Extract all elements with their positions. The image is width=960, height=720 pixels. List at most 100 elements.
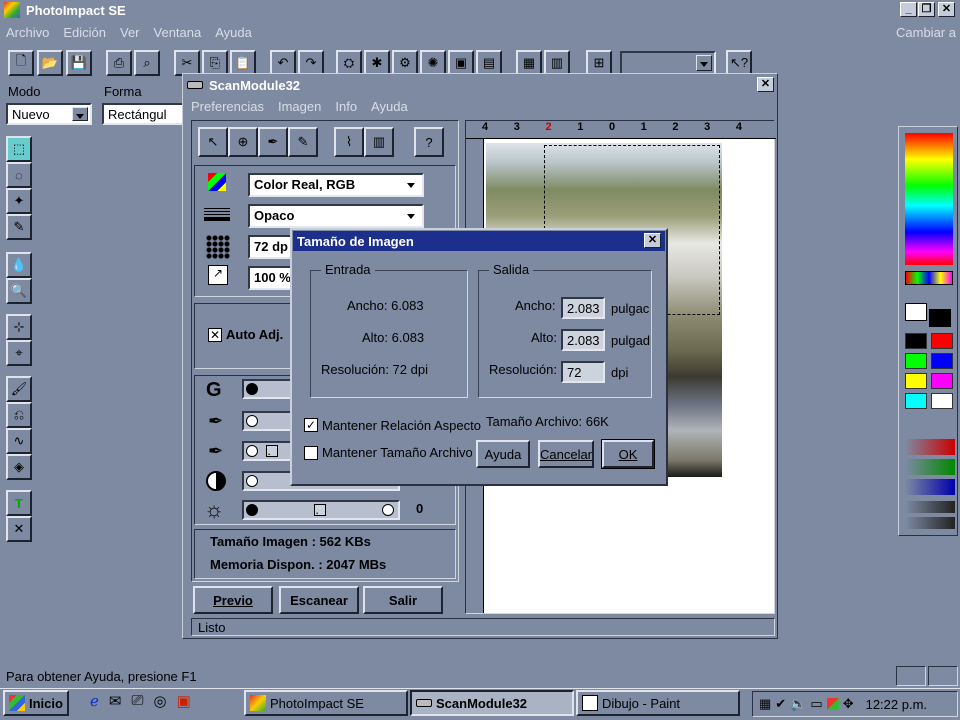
dialog-help-button[interactable]: Ayuda <box>476 440 530 468</box>
background-color-swatch[interactable] <box>929 309 951 327</box>
dialog-cancel-button[interactable]: Cancelar <box>538 440 594 468</box>
output-width-input[interactable]: 2.083 <box>561 297 605 319</box>
select-tool-icon[interactable]: ⬚ <box>6 136 32 162</box>
menu-preferencias[interactable]: Preferencias <box>191 99 264 114</box>
contrast-channel-icon[interactable] <box>905 517 955 529</box>
brightness-slider[interactable]: · <box>242 500 400 520</box>
palette-swatch[interactable] <box>931 393 953 409</box>
clock[interactable]: 12:22 p.m. <box>866 697 927 712</box>
lasso-tool-icon[interactable]: ◌ <box>6 162 32 188</box>
scan-button[interactable]: Escanear <box>279 586 359 614</box>
tray-speaker-icon[interactable]: 🔈 <box>790 696 806 712</box>
photoimpact-titlebar[interactable]: PhotoImpact SE <box>0 0 960 20</box>
tray-calendar-icon[interactable]: ▦ <box>759 696 771 712</box>
palette-swatch[interactable] <box>905 353 927 369</box>
white-eyedropper-icon[interactable]: ✒ <box>258 127 288 157</box>
menu-cambiar-a[interactable]: Cambiar a <box>896 25 956 40</box>
channels-icon[interactable]: ◎ <box>153 692 166 716</box>
output-res-unit: dpi <box>611 365 629 380</box>
text-tool-icon[interactable]: T <box>6 490 32 516</box>
scanmodule-close-button[interactable]: ✕ <box>757 77 774 92</box>
save-icon[interactable]: 💾 <box>66 50 92 76</box>
restore-button[interactable]: ❐ <box>918 2 935 17</box>
auto-adjust-label: Auto Adj. <box>226 327 284 342</box>
output-res-label: Resolución: <box>489 362 557 377</box>
slider-value: 0 <box>416 501 424 516</box>
palette-swatch[interactable] <box>931 373 953 389</box>
start-button[interactable]: Inicio <box>3 690 69 716</box>
dialog-titlebar[interactable]: Tamaño de Imagen <box>293 231 665 251</box>
menu-edicion[interactable]: Edición <box>63 25 106 43</box>
pointer-tool-icon[interactable]: ↖ <box>198 127 228 157</box>
mode-dropdown[interactable]: Nuevo <box>6 103 92 125</box>
menu-ayuda[interactable]: Ayuda <box>215 25 252 43</box>
menu-imagen[interactable]: Imagen <box>278 99 321 114</box>
brightness-channel-icon[interactable] <box>905 501 955 513</box>
magic-wand-icon[interactable]: ✦ <box>6 188 32 214</box>
office-icon[interactable]: ▣ <box>177 692 191 716</box>
scan-help-icon[interactable]: ? <box>414 127 444 157</box>
transform-tool-icon[interactable]: ⊹ <box>6 314 32 340</box>
brush-select-icon[interactable]: ✎ <box>6 214 32 240</box>
zoom-tool-icon[interactable]: 🔍 <box>6 278 32 304</box>
crop-tool-icon[interactable]: ⌖ <box>6 340 32 366</box>
dialog-close-button[interactable]: ✕ <box>644 233 661 248</box>
menu-ventana[interactable]: Ventana <box>154 25 202 43</box>
print-icon[interactable]: ⎙ <box>106 50 132 76</box>
output-res-input[interactable]: 72 <box>561 361 605 383</box>
dialog-ok-button[interactable]: OK <box>601 439 655 469</box>
palette-swatch[interactable] <box>905 373 927 389</box>
retouch-tool-icon[interactable]: ∿ <box>6 428 32 454</box>
outlook-icon[interactable]: ✉ <box>109 692 122 716</box>
black-eyedropper-icon[interactable]: ✎ <box>288 127 318 157</box>
opacity-dropdown[interactable]: Opaco <box>248 204 424 228</box>
shape-dropdown[interactable]: Rectángul <box>102 103 188 125</box>
histogram-tool-icon[interactable]: ▥ <box>364 127 394 157</box>
palette-swatch[interactable] <box>931 353 953 369</box>
menu-archivo[interactable]: Archivo <box>6 25 49 43</box>
new-file-icon[interactable]: 🗋 <box>8 50 34 76</box>
paint-tool-icon[interactable]: 🖌 <box>6 376 32 402</box>
exit-button[interactable]: Salir <box>363 586 443 614</box>
minimize-button[interactable]: _ <box>900 2 917 17</box>
task-scanmodule[interactable]: ScanModule32 <box>410 690 574 716</box>
auto-adjust-checkbox[interactable]: ✕ <box>208 328 222 342</box>
path-tool-icon[interactable]: ✕ <box>6 516 32 542</box>
desktop-icon[interactable]: ⎚ <box>131 692 143 716</box>
task-paint[interactable]: Dibujo - Paint <box>576 690 740 716</box>
task-photoimpact[interactable]: PhotoImpact SE <box>244 690 408 716</box>
foreground-color-swatch[interactable] <box>905 303 927 321</box>
menu-scan-ayuda[interactable]: Ayuda <box>371 99 408 114</box>
output-height-input[interactable]: 2.083 <box>561 329 605 351</box>
clone-tool-icon[interactable]: ⎌ <box>6 402 32 428</box>
menu-info[interactable]: Info <box>335 99 357 114</box>
palette-swatch[interactable] <box>905 393 927 409</box>
fill-tool-icon[interactable]: ◈ <box>6 454 32 480</box>
ruler-tick-label: 3 <box>704 121 711 133</box>
zoom-in-tool-icon[interactable]: ⊕ <box>228 127 258 157</box>
color-spectrum[interactable] <box>905 133 953 265</box>
red-channel-icon[interactable] <box>905 439 955 455</box>
keep-size-checkbox[interactable] <box>304 446 318 460</box>
menu-ver[interactable]: Ver <box>120 25 140 43</box>
tray-monitor-icon[interactable]: ▭ <box>810 696 822 712</box>
color-strip-icon[interactable] <box>905 271 953 285</box>
eyedropper-tool-icon[interactable]: 💧 <box>6 252 32 278</box>
palette-swatch[interactable] <box>931 333 953 349</box>
ie-icon[interactable]: ℯ <box>90 692 99 716</box>
keep-aspect-checkbox[interactable]: ✓ <box>304 418 318 432</box>
open-folder-icon[interactable]: 📂 <box>37 50 63 76</box>
preview-button[interactable]: Previo <box>193 586 273 614</box>
zoom-dropdown[interactable] <box>620 51 716 75</box>
tray-globe-icon[interactable]: ✥ <box>843 696 854 712</box>
color-mode-dropdown[interactable]: Color Real, RGB <box>248 173 424 197</box>
print-preview-icon[interactable]: ⌕ <box>134 50 160 76</box>
tray-colors-icon[interactable] <box>826 698 839 710</box>
tray-check-icon[interactable]: ✔ <box>775 696 786 712</box>
scanmodule-titlebar[interactable]: ScanModule32 <box>183 75 777 95</box>
curve-tool-icon[interactable]: ⌇ <box>334 127 364 157</box>
palette-swatch[interactable] <box>905 333 927 349</box>
close-button[interactable]: ✕ <box>938 2 955 17</box>
blue-channel-icon[interactable] <box>905 479 955 495</box>
green-channel-icon[interactable] <box>905 459 955 475</box>
